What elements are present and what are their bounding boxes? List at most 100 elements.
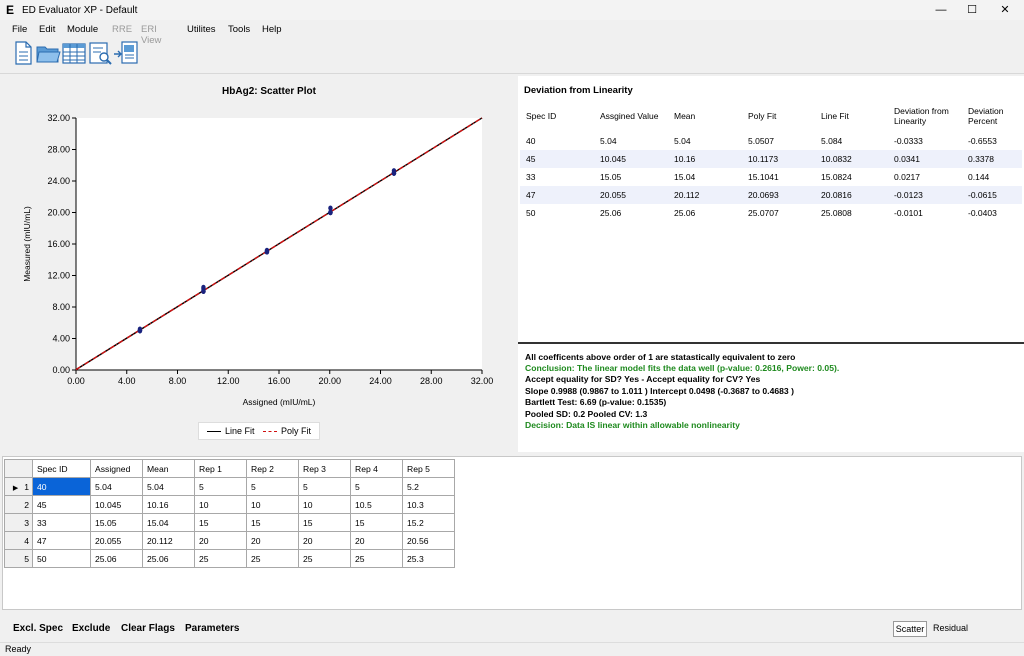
grid-col-mean[interactable]: Mean xyxy=(142,459,195,478)
grid-cell-rep-2[interactable]: 10 xyxy=(246,495,299,514)
grid-cell-rep-2[interactable]: 20 xyxy=(246,531,299,550)
grid-col-assigned[interactable]: Assigned xyxy=(90,459,143,478)
parameters-button[interactable]: Parameters xyxy=(185,623,239,634)
grid-row-header[interactable]: ▶ 1 xyxy=(4,477,33,496)
x-tick-label: 24.00 xyxy=(369,376,392,386)
grid-row-header[interactable]: 3 xyxy=(4,513,33,532)
grid-col-rep-1[interactable]: Rep 1 xyxy=(194,459,247,478)
grid-row[interactable]: ▶ 1 40 5.04 5.04 5 5 5 5 5.2 xyxy=(4,477,455,496)
deviation-cell-assigned: 5.04 xyxy=(600,136,617,146)
grid-cell-assigned[interactable]: 25.06 xyxy=(90,549,143,568)
menu-help[interactable]: Help xyxy=(262,24,282,35)
table-icon[interactable] xyxy=(61,40,87,66)
scatter-tab[interactable]: Scatter xyxy=(893,621,927,637)
grid-cell-spec-id[interactable]: 45 xyxy=(32,495,91,514)
menu-edit[interactable]: Edit xyxy=(39,24,55,35)
grid-cell-mean[interactable]: 25.06 xyxy=(142,549,195,568)
close-icon[interactable]: ✕ xyxy=(990,2,1020,18)
grid-cell-rep-3[interactable]: 10 xyxy=(298,495,351,514)
grid-cell-rep-1[interactable]: 20 xyxy=(194,531,247,550)
bottom-toolbar: Excl. Spec Exclude Clear Flags Parameter… xyxy=(0,612,1024,642)
export-icon[interactable] xyxy=(113,40,139,66)
x-tick-label: 12.00 xyxy=(217,376,240,386)
grid-cell-mean[interactable]: 20.112 xyxy=(142,531,195,550)
menu-tools[interactable]: Tools xyxy=(228,24,250,35)
grid-cell-rep-5[interactable]: 25.3 xyxy=(402,549,455,568)
grid-cell-rep-1[interactable]: 10 xyxy=(194,495,247,514)
grid-cell-rep-5[interactable]: 10.3 xyxy=(402,495,455,514)
coefficients-note: All coefficents above order of 1 are sta… xyxy=(525,352,796,362)
grid-cell-rep-5[interactable]: 15.2 xyxy=(402,513,455,532)
maximize-icon[interactable]: ☐ xyxy=(957,2,987,18)
grid-col-spec-id[interactable]: Spec ID xyxy=(32,459,91,478)
deviation-cell-spec-id: 47 xyxy=(520,186,594,204)
grid-row-header[interactable]: 2 xyxy=(4,495,33,514)
grid-col-rep-2[interactable]: Rep 2 xyxy=(246,459,299,478)
menu-module[interactable]: Module xyxy=(67,24,98,35)
grid-cell-spec-id[interactable]: 33 xyxy=(32,513,91,532)
grid-col-rep-5[interactable]: Rep 5 xyxy=(402,459,455,478)
deviation-cell-deviation-percent: -0.6553 xyxy=(968,136,997,146)
status-text: Ready xyxy=(5,644,32,654)
new-document-icon[interactable] xyxy=(10,40,36,66)
grid-cell-rep-1[interactable]: 25 xyxy=(194,549,247,568)
grid-row[interactable]: 5 50 25.06 25.06 25 25 25 25 25.3 xyxy=(4,549,455,568)
grid-cell-rep-5[interactable]: 5.2 xyxy=(402,477,455,496)
grid-cell-rep-4[interactable]: 20 xyxy=(350,531,403,550)
grid-row-header[interactable]: 5 xyxy=(4,549,33,568)
grid-cell-rep-4[interactable]: 25 xyxy=(350,549,403,568)
dev-col-deviation-percent: Deviation Percent xyxy=(968,106,1004,126)
grid-cell-assigned[interactable]: 10.045 xyxy=(90,495,143,514)
deviation-cell-spec-id: 40 xyxy=(526,136,536,146)
grid-cell-assigned[interactable]: 5.04 xyxy=(90,477,143,496)
grid-cell-rep-3[interactable]: 20 xyxy=(298,531,351,550)
grid-cell-rep-1[interactable]: 15 xyxy=(194,513,247,532)
grid-cell-rep-3[interactable]: 15 xyxy=(298,513,351,532)
y-tick-label: 32.00 xyxy=(47,113,70,123)
deviation-cell-assigned: 15.05 xyxy=(600,172,622,182)
grid-row[interactable]: 3 33 15.05 15.04 15 15 15 15 15.2 xyxy=(4,513,455,532)
menu-utilites[interactable]: Utilites xyxy=(187,24,216,35)
minimize-icon[interactable]: — xyxy=(926,2,956,18)
grid-cell-rep-2[interactable]: 15 xyxy=(246,513,299,532)
grid-cell-rep-4[interactable]: 15 xyxy=(350,513,403,532)
excl-spec-button[interactable]: Excl. Spec xyxy=(13,623,63,634)
grid-cell-assigned[interactable]: 15.05 xyxy=(90,513,143,532)
deviation-cell-poly-fit: 25.0707 xyxy=(748,208,779,218)
grid-cell-rep-4[interactable]: 5 xyxy=(350,477,403,496)
grid-cell-spec-id[interactable]: 47 xyxy=(32,531,91,550)
grid-row-header[interactable]: 4 xyxy=(4,531,33,550)
menu-rre[interactable]: RRE xyxy=(112,24,132,35)
x-tick-label: 0.00 xyxy=(67,376,85,386)
deviation-cell-poly-fit: 10.1173 xyxy=(742,150,815,168)
grid-cell-mean[interactable]: 10.16 xyxy=(142,495,195,514)
grid-col-rep-3[interactable]: Rep 3 xyxy=(298,459,351,478)
menu-eri-view[interactable]: ERI View xyxy=(141,24,161,46)
grid-cell-rep-1[interactable]: 5 xyxy=(194,477,247,496)
grid-cell-mean[interactable]: 5.04 xyxy=(142,477,195,496)
grid-cell-spec-id[interactable]: 40 xyxy=(32,477,91,496)
grid-cell-rep-4[interactable]: 10.5 xyxy=(350,495,403,514)
grid-row[interactable]: 2 45 10.045 10.16 10 10 10 10.5 10.3 xyxy=(4,495,455,514)
grid-cell-rep-5[interactable]: 20.56 xyxy=(402,531,455,550)
dev-col-poly-fit: Poly Fit xyxy=(748,111,777,121)
menu-file[interactable]: File xyxy=(12,24,27,35)
grid-cell-assigned[interactable]: 20.055 xyxy=(90,531,143,550)
grid-cell-rep-2[interactable]: 5 xyxy=(246,477,299,496)
open-folder-icon[interactable] xyxy=(35,40,61,66)
grid-col-rep-4[interactable]: Rep 4 xyxy=(350,459,403,478)
conclusion-panel: All coefficents above order of 1 are sta… xyxy=(518,344,1024,452)
report-icon[interactable] xyxy=(87,40,113,66)
grid-row[interactable]: 4 47 20.055 20.112 20 20 20 20 20.56 xyxy=(4,531,455,550)
residual-tab[interactable]: Residual xyxy=(933,623,968,633)
grid-cell-spec-id[interactable]: 50 xyxy=(32,549,91,568)
grid-cell-mean[interactable]: 15.04 xyxy=(142,513,195,532)
clear-flags-button[interactable]: Clear Flags xyxy=(121,623,175,634)
row-number: 2 xyxy=(24,499,29,510)
exclude-button[interactable]: Exclude xyxy=(72,623,110,634)
deviation-cell-deviation-percent: 0.144 xyxy=(968,172,990,182)
grid-cell-rep-3[interactable]: 5 xyxy=(298,477,351,496)
grid-cell-rep-3[interactable]: 25 xyxy=(298,549,351,568)
grid-cell-rep-2[interactable]: 25 xyxy=(246,549,299,568)
y-tick-label: 28.00 xyxy=(47,145,70,155)
